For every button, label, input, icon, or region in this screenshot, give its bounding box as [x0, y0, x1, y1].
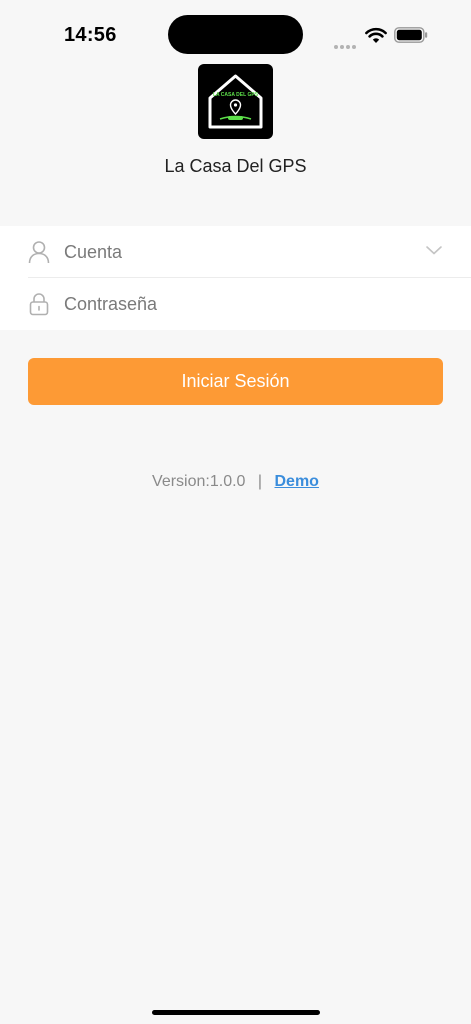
password-input[interactable] [64, 290, 404, 318]
version-separator: | [257, 473, 263, 490]
version-row: Version:1.0.0 | Demo [0, 473, 471, 491]
home-indicator[interactable] [152, 1010, 320, 1015]
battery-icon [394, 27, 428, 43]
wifi-icon [365, 27, 387, 43]
status-time: 14:56 [64, 24, 117, 46]
svg-text:LA CASA DEL GPS: LA CASA DEL GPS [213, 92, 259, 98]
app-name: La Casa Del GPS [164, 156, 307, 176]
app-logo: LA CASA DEL GPS [198, 64, 273, 139]
password-field[interactable] [0, 278, 471, 330]
version-label: Version:1.0.0 [152, 473, 246, 490]
account-field[interactable] [0, 226, 471, 278]
login-button[interactable]: Iniciar Sesión [28, 358, 443, 405]
dynamic-island [168, 15, 303, 54]
chevron-down-icon[interactable] [425, 244, 443, 256]
status-bar: 14:56 [0, 0, 471, 64]
login-form [0, 226, 471, 330]
lock-icon [29, 293, 49, 316]
user-icon [28, 241, 50, 264]
demo-link[interactable]: Demo [275, 473, 319, 490]
house-gps-logo-icon: LA CASA DEL GPS [208, 74, 263, 129]
signal-dots-icon [334, 36, 358, 49]
account-input[interactable] [64, 238, 404, 266]
